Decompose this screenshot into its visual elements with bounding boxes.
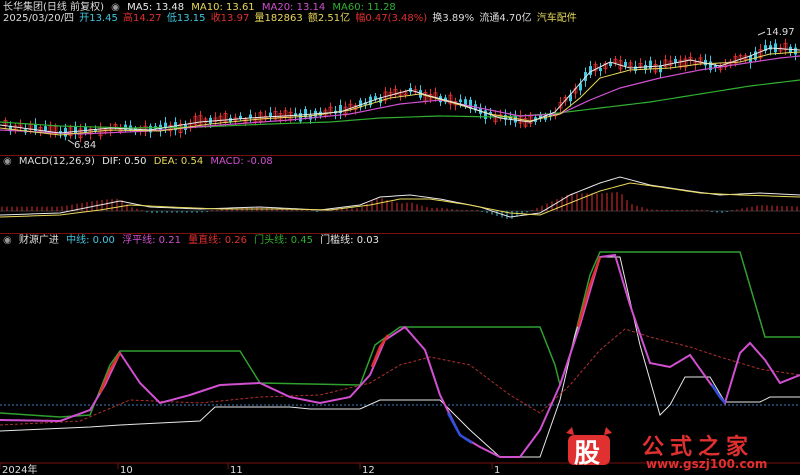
high-marker — [757, 31, 766, 36]
watermark-logo: 股 — [574, 439, 601, 469]
dea-line — [0, 182, 800, 218]
rise-red-segment — [98, 352, 122, 394]
candlestick-series — [3, 38, 797, 143]
high-price-label: 14.97 — [766, 27, 795, 38]
x-label-2024: 2024年 — [2, 463, 37, 475]
candle-body — [459, 99, 462, 103]
candle-body — [299, 113, 302, 122]
watermark-url: www.gszj100.com — [646, 457, 768, 471]
watermark: 股 公式之家 www.gszj100.com — [560, 425, 800, 475]
low-price-label: 6.84 — [74, 140, 96, 151]
x-label-dec: 12 — [362, 465, 375, 475]
x-axis-labels: 2024年 10 11 12 1 — [0, 463, 500, 475]
candle-body — [794, 47, 797, 55]
fall-blue-segment — [710, 384, 726, 404]
candle-body — [484, 110, 487, 120]
price-chart[interactable]: 14.97 6.84 — [0, 0, 800, 155]
candle-body — [599, 68, 602, 72]
lcx-dashed-line — [0, 328, 800, 426]
rise-red-segment — [576, 256, 602, 328]
candle-body — [74, 126, 77, 134]
macd-chart[interactable] — [0, 155, 800, 235]
candle-body — [44, 126, 47, 131]
candle-body — [589, 66, 592, 75]
candle-body — [84, 126, 87, 133]
candle-body — [769, 45, 772, 50]
candle-body — [609, 62, 612, 66]
x-label-nov: 11 — [230, 465, 243, 475]
candle-body — [774, 43, 777, 53]
mtx-line — [0, 251, 800, 418]
candle-body — [624, 61, 627, 66]
x-label-oct: 10 — [120, 465, 133, 475]
x-label-jan: 1 — [494, 465, 500, 475]
panel-divider — [0, 233, 800, 234]
candle-body — [649, 60, 652, 70]
